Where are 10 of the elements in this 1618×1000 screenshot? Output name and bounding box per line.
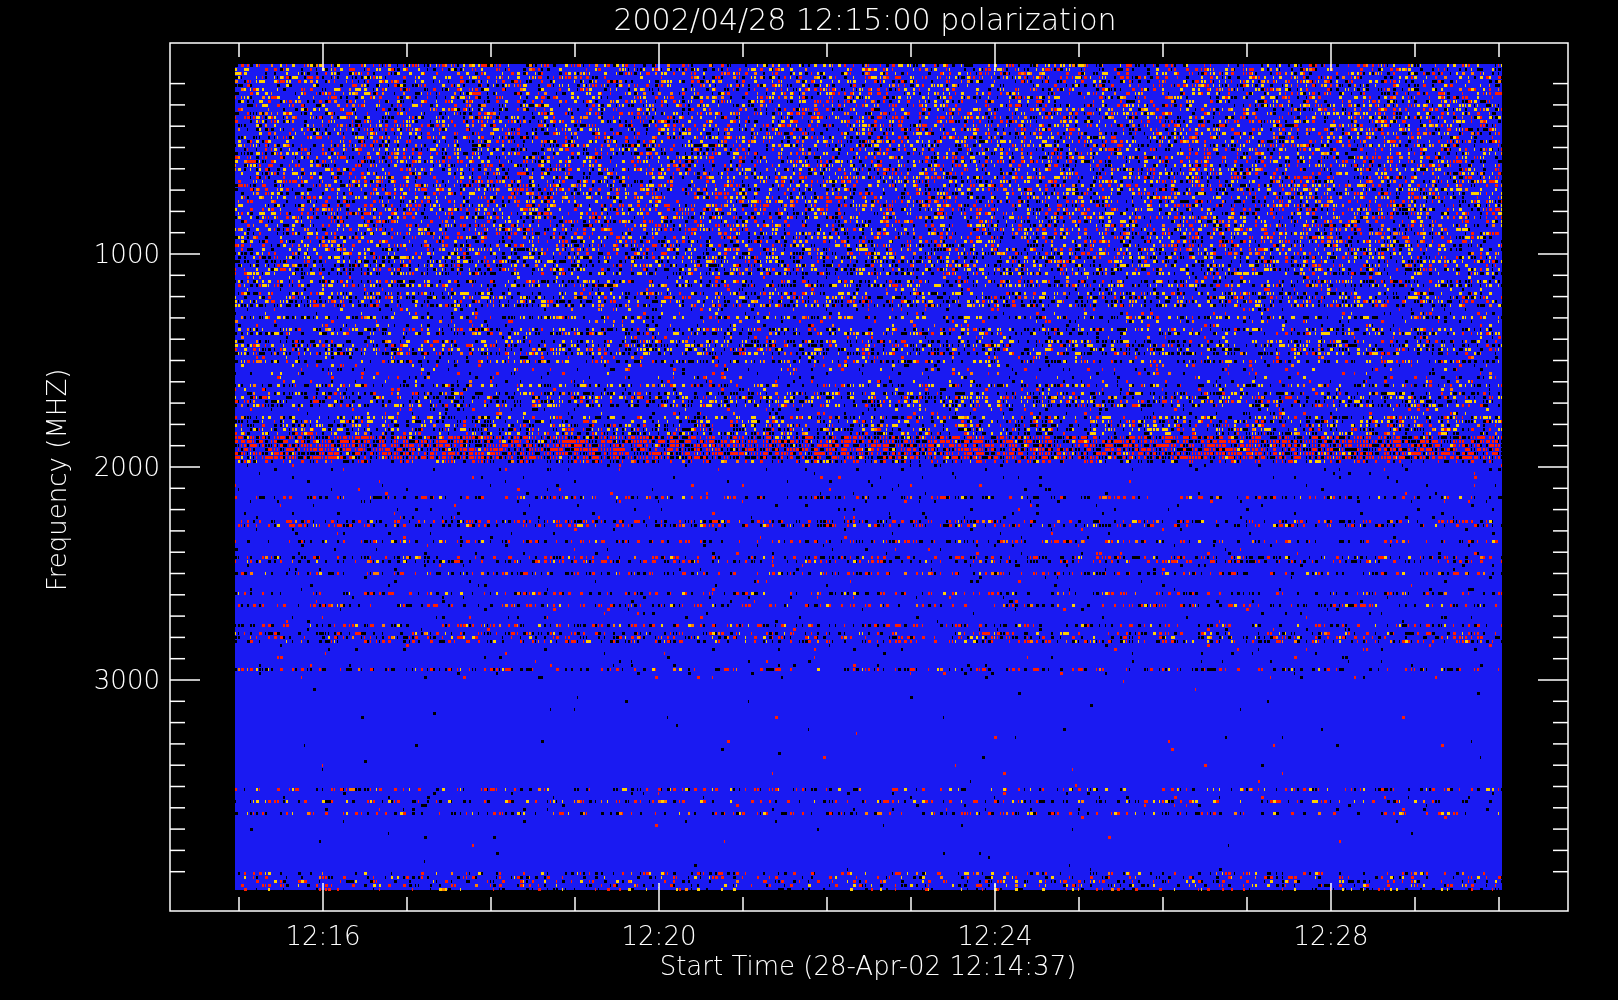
- axis-tick-label: 12:20: [621, 921, 697, 951]
- x-axis-label: Start Time (28-Apr-02 12:14:37): [659, 951, 1077, 981]
- axis-tick-label: 1000: [93, 239, 160, 269]
- y-axis-label: Frequency (MHZ): [42, 368, 72, 592]
- axis-tick-label: 12:24: [957, 921, 1033, 951]
- axis-tick-label: 2000: [93, 452, 160, 482]
- plot-title: 2002/04/28 12:15:00 polarization: [613, 2, 1117, 37]
- axis-tick-label: 3000: [93, 665, 160, 695]
- axis-tick-label: 12:16: [285, 921, 361, 951]
- axis-tick-label: 12:28: [1293, 921, 1369, 951]
